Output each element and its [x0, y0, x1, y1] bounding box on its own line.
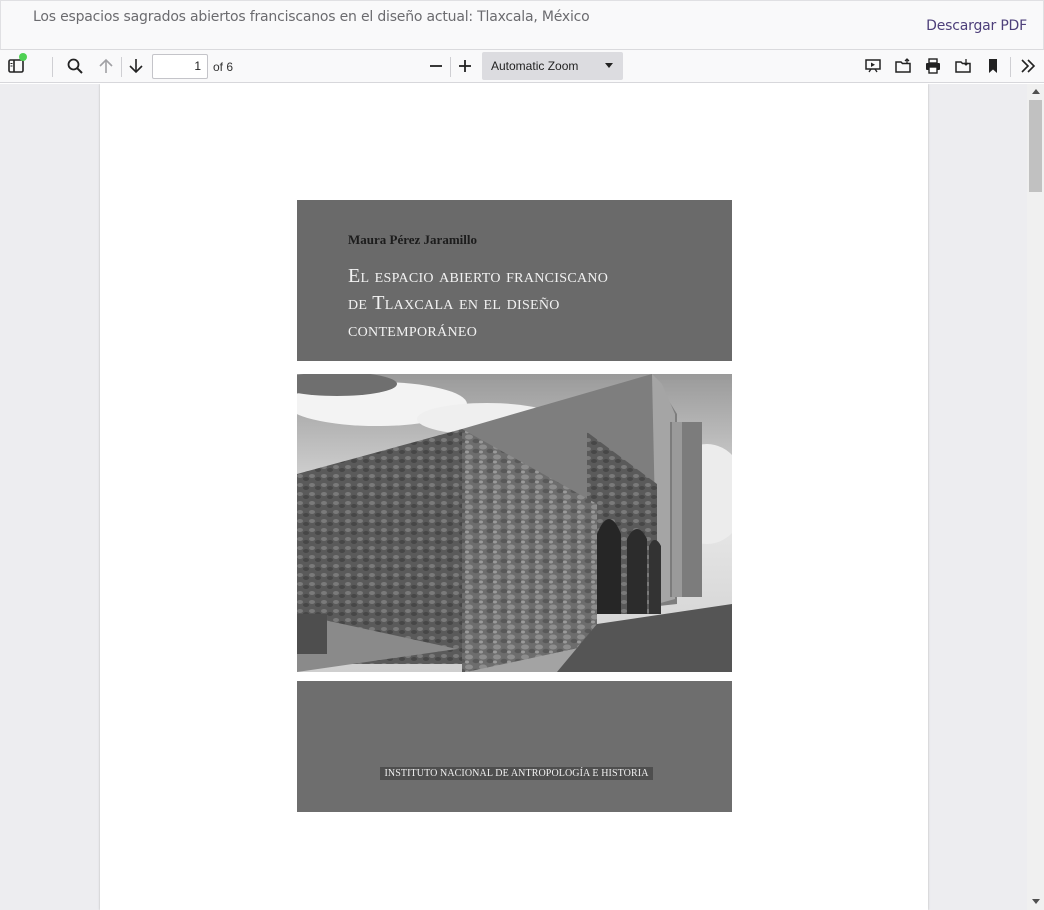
download-button[interactable] [951, 54, 975, 78]
toolbar-divider [1010, 57, 1011, 77]
notification-dot [19, 53, 27, 61]
open-file-icon [895, 58, 911, 73]
zoom-in-button[interactable] [453, 54, 477, 78]
toolbar-divider [52, 57, 53, 77]
toolbar-divider [121, 57, 122, 77]
more-tools-icon [1021, 59, 1036, 73]
download-pdf-link[interactable]: Descargar PDF [926, 18, 1027, 34]
pdf-page: Maura Pérez Jaramillo El espacio abierto… [100, 84, 928, 910]
presentation-icon [865, 59, 881, 73]
page-number-input[interactable]: 1 [152, 54, 208, 79]
zoom-in-icon [459, 60, 471, 72]
pdf-toolbar: 1 of 6 Automatic Zoom [0, 50, 1044, 83]
print-button[interactable] [921, 54, 945, 78]
find-button[interactable] [63, 54, 87, 78]
download-icon [955, 59, 971, 73]
cover-title: El espacio abierto franciscano de Tlaxca… [348, 263, 728, 344]
vertical-scrollbar[interactable] [1027, 84, 1044, 910]
cover-bottom-band: INSTITUTO NACIONAL DE ANTROPOLOGÍA E HIS… [297, 681, 732, 812]
cover-photo [297, 374, 732, 672]
book-cover: Maura Pérez Jaramillo El espacio abierto… [297, 200, 732, 812]
search-icon [67, 58, 83, 74]
bookmark-icon [989, 59, 997, 73]
tools-menu-button[interactable] [1016, 54, 1040, 78]
arrow-down-icon [129, 59, 143, 74]
cover-title-band: Maura Pérez Jaramillo El espacio abierto… [297, 200, 732, 361]
scrollbar-thumb[interactable] [1029, 100, 1042, 192]
cover-publisher: INSTITUTO NACIONAL DE ANTROPOLOGÍA E HIS… [380, 767, 653, 780]
page-count-label: of 6 [213, 60, 234, 74]
cover-title-line: contemporáneo [348, 319, 478, 341]
open-file-button[interactable] [891, 54, 915, 78]
pdf-viewer[interactable]: Maura Pérez Jaramillo El espacio abierto… [0, 84, 1044, 910]
cover-title-line: de Tlaxcala en el diseño [348, 292, 560, 314]
next-page-button[interactable] [124, 54, 148, 78]
cover-title-line: El espacio abierto franciscano [348, 265, 609, 287]
zoom-out-button[interactable] [424, 54, 448, 78]
cover-author: Maura Pérez Jaramillo [348, 232, 477, 247]
zoom-select-value: Automatic Zoom [491, 59, 579, 73]
print-icon [926, 58, 940, 74]
chevron-down-icon [605, 63, 613, 68]
document-title: Los espacios sagrados abiertos francisca… [33, 9, 590, 25]
scroll-down-arrow-icon[interactable] [1032, 899, 1040, 904]
convent-photo-image [297, 374, 732, 672]
arrow-up-icon [99, 58, 113, 73]
presentation-mode-button[interactable] [861, 54, 885, 78]
scroll-up-arrow-icon[interactable] [1032, 89, 1040, 94]
zoom-select[interactable]: Automatic Zoom [482, 52, 623, 80]
zoom-out-icon [430, 65, 442, 67]
document-header: Los espacios sagrados abiertos francisca… [0, 0, 1044, 50]
bookmark-button[interactable] [981, 54, 1005, 78]
toolbar-divider [450, 57, 451, 77]
previous-page-button[interactable] [94, 54, 118, 78]
